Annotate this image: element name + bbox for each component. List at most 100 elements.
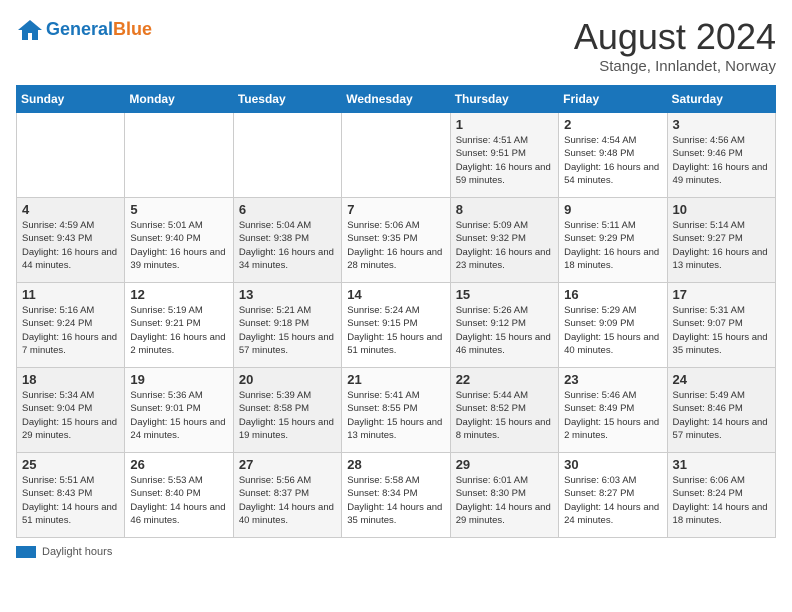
calendar-day-cell: 30Sunrise: 6:03 AM Sunset: 8:27 PM Dayli… (559, 453, 667, 538)
logo-line2: Blue (113, 19, 152, 39)
day-number: 25 (22, 457, 119, 472)
day-detail: Sunrise: 5:19 AM Sunset: 9:21 PM Dayligh… (130, 304, 227, 357)
calendar-day-cell: 1Sunrise: 4:51 AM Sunset: 9:51 PM Daylig… (450, 113, 558, 198)
day-number: 28 (347, 457, 444, 472)
calendar-week-row: 11 Sunrise: 5:16 AM Sunset: 9:24 PM Dayli… (17, 283, 776, 368)
calendar-header-cell: Saturday (667, 86, 775, 113)
day-number: 5 (130, 202, 227, 217)
day-detail: Sunrise: 5:01 AM Sunset: 9:40 PM Dayligh… (130, 219, 227, 272)
day-number: 12 (130, 287, 227, 302)
calendar-day-cell: 12 Sunrise: 5:19 AM Sunset: 9:21 PM Dayli… (125, 283, 233, 368)
legend-box (16, 546, 36, 558)
calendar-header-cell: Monday (125, 86, 233, 113)
calendar-day-cell: 25 Sunrise: 5:51 AM Sunset: 8:43 PM Dayli… (17, 453, 125, 538)
day-detail: Sunrise: 5:46 AM Sunset: 8:49 PM Dayligh… (564, 389, 661, 442)
calendar-day-cell: 6 Sunrise: 5:04 AM Sunset: 9:38 PM Daylig… (233, 198, 341, 283)
day-detail: Sunrise: 5:36 AM Sunset: 9:01 PM Dayligh… (130, 389, 227, 442)
day-detail: Sunrise: 4:54 AM Sunset: 9:48 PM Dayligh… (564, 134, 661, 187)
day-detail: Sunrise: 6:06 AM Sunset: 8:24 PM Dayligh… (673, 474, 770, 527)
day-number: 18 (22, 372, 119, 387)
day-number: 22 (456, 372, 553, 387)
day-detail: Sunrise: 4:59 AM Sunset: 9:43 PM Dayligh… (22, 219, 119, 272)
page-header: GeneralBlue August 2024 Stange, Innlande… (16, 16, 776, 75)
day-detail: Sunrise: 5:04 AM Sunset: 9:38 PM Dayligh… (239, 219, 336, 272)
calendar-day-cell: 17Sunrise: 5:31 AM Sunset: 9:07 PM Dayli… (667, 283, 775, 368)
calendar-day-cell (125, 113, 233, 198)
calendar-day-cell: 5 Sunrise: 5:01 AM Sunset: 9:40 PM Daylig… (125, 198, 233, 283)
calendar-week-row: 4 Sunrise: 4:59 AM Sunset: 9:43 PM Daylig… (17, 198, 776, 283)
day-detail: Sunrise: 5:24 AM Sunset: 9:15 PM Dayligh… (347, 304, 444, 357)
day-number: 8 (456, 202, 553, 217)
calendar-day-cell (342, 113, 450, 198)
day-detail: Sunrise: 5:41 AM Sunset: 8:55 PM Dayligh… (347, 389, 444, 442)
day-detail: Sunrise: 5:49 AM Sunset: 8:46 PM Dayligh… (673, 389, 770, 442)
calendar-week-row: 1Sunrise: 4:51 AM Sunset: 9:51 PM Daylig… (17, 113, 776, 198)
day-number: 3 (673, 117, 770, 132)
location: Stange, Innlandet, Norway (574, 58, 776, 75)
day-detail: Sunrise: 5:09 AM Sunset: 9:32 PM Dayligh… (456, 219, 553, 272)
calendar-table: SundayMondayTuesdayWednesdayThursdayFrid… (16, 85, 776, 538)
day-detail: Sunrise: 5:44 AM Sunset: 8:52 PM Dayligh… (456, 389, 553, 442)
day-number: 19 (130, 372, 227, 387)
day-detail: Sunrise: 5:14 AM Sunset: 9:27 PM Dayligh… (673, 219, 770, 272)
calendar-day-cell: 3 Sunrise: 4:56 AM Sunset: 9:46 PM Daylig… (667, 113, 775, 198)
calendar-day-cell: 13 Sunrise: 5:21 AM Sunset: 9:18 PM Dayli… (233, 283, 341, 368)
day-detail: Sunrise: 5:11 AM Sunset: 9:29 PM Dayligh… (564, 219, 661, 272)
calendar-header-cell: Tuesday (233, 86, 341, 113)
day-detail: Sunrise: 5:21 AM Sunset: 9:18 PM Dayligh… (239, 304, 336, 357)
day-detail: Sunrise: 5:51 AM Sunset: 8:43 PM Dayligh… (22, 474, 119, 527)
calendar-header-row: SundayMondayTuesdayWednesdayThursdayFrid… (17, 86, 776, 113)
legend: Daylight hours (16, 546, 776, 558)
day-number: 4 (22, 202, 119, 217)
day-number: 26 (130, 457, 227, 472)
day-number: 15 (456, 287, 553, 302)
calendar-header-cell: Thursday (450, 86, 558, 113)
day-number: 10 (673, 202, 770, 217)
day-detail: Sunrise: 5:31 AM Sunset: 9:07 PM Dayligh… (673, 304, 770, 357)
day-number: 20 (239, 372, 336, 387)
month-title: August 2024 (574, 16, 776, 58)
calendar-header-cell: Wednesday (342, 86, 450, 113)
day-number: 31 (673, 457, 770, 472)
day-number: 23 (564, 372, 661, 387)
day-number: 24 (673, 372, 770, 387)
day-detail: Sunrise: 5:56 AM Sunset: 8:37 PM Dayligh… (239, 474, 336, 527)
day-number: 16 (564, 287, 661, 302)
day-detail: Sunrise: 5:53 AM Sunset: 8:40 PM Dayligh… (130, 474, 227, 527)
calendar-day-cell: 22 Sunrise: 5:44 AM Sunset: 8:52 PM Dayli… (450, 368, 558, 453)
day-number: 7 (347, 202, 444, 217)
calendar-day-cell (233, 113, 341, 198)
day-number: 6 (239, 202, 336, 217)
day-detail: Sunrise: 5:34 AM Sunset: 9:04 PM Dayligh… (22, 389, 119, 442)
calendar-day-cell: 20 Sunrise: 5:39 AM Sunset: 8:58 PM Dayli… (233, 368, 341, 453)
day-number: 13 (239, 287, 336, 302)
day-number: 30 (564, 457, 661, 472)
calendar-day-cell: 28 Sunrise: 5:58 AM Sunset: 8:34 PM Dayli… (342, 453, 450, 538)
day-detail: Sunrise: 4:56 AM Sunset: 9:46 PM Dayligh… (673, 134, 770, 187)
day-number: 11 (22, 287, 119, 302)
calendar-day-cell: 15 Sunrise: 5:26 AM Sunset: 9:12 PM Dayli… (450, 283, 558, 368)
calendar-day-cell: 27 Sunrise: 5:56 AM Sunset: 8:37 PM Dayli… (233, 453, 341, 538)
calendar-header-cell: Sunday (17, 86, 125, 113)
calendar-day-cell: 8 Sunrise: 5:09 AM Sunset: 9:32 PM Daylig… (450, 198, 558, 283)
day-number: 2 (564, 117, 661, 132)
calendar-day-cell: 29Sunrise: 6:01 AM Sunset: 8:30 PM Dayli… (450, 453, 558, 538)
day-detail: Sunrise: 5:16 AM Sunset: 9:24 PM Dayligh… (22, 304, 119, 357)
day-detail: Sunrise: 5:39 AM Sunset: 8:58 PM Dayligh… (239, 389, 336, 442)
calendar-header-cell: Friday (559, 86, 667, 113)
calendar-day-cell: 9 Sunrise: 5:11 AM Sunset: 9:29 PM Daylig… (559, 198, 667, 283)
day-number: 9 (564, 202, 661, 217)
day-number: 29 (456, 457, 553, 472)
day-number: 1 (456, 117, 553, 132)
calendar-day-cell: 21Sunrise: 5:41 AM Sunset: 8:55 PM Dayli… (342, 368, 450, 453)
day-number: 27 (239, 457, 336, 472)
calendar-day-cell: 19 Sunrise: 5:36 AM Sunset: 9:01 PM Dayli… (125, 368, 233, 453)
day-detail: Sunrise: 5:29 AM Sunset: 9:09 PM Dayligh… (564, 304, 661, 357)
calendar-day-cell: 31 Sunrise: 6:06 AM Sunset: 8:24 PM Dayli… (667, 453, 775, 538)
day-detail: Sunrise: 5:26 AM Sunset: 9:12 PM Dayligh… (456, 304, 553, 357)
day-detail: Sunrise: 5:58 AM Sunset: 8:34 PM Dayligh… (347, 474, 444, 527)
calendar-day-cell: 14 Sunrise: 5:24 AM Sunset: 9:15 PM Dayli… (342, 283, 450, 368)
day-number: 14 (347, 287, 444, 302)
calendar-day-cell (17, 113, 125, 198)
legend-label: Daylight hours (42, 546, 112, 558)
